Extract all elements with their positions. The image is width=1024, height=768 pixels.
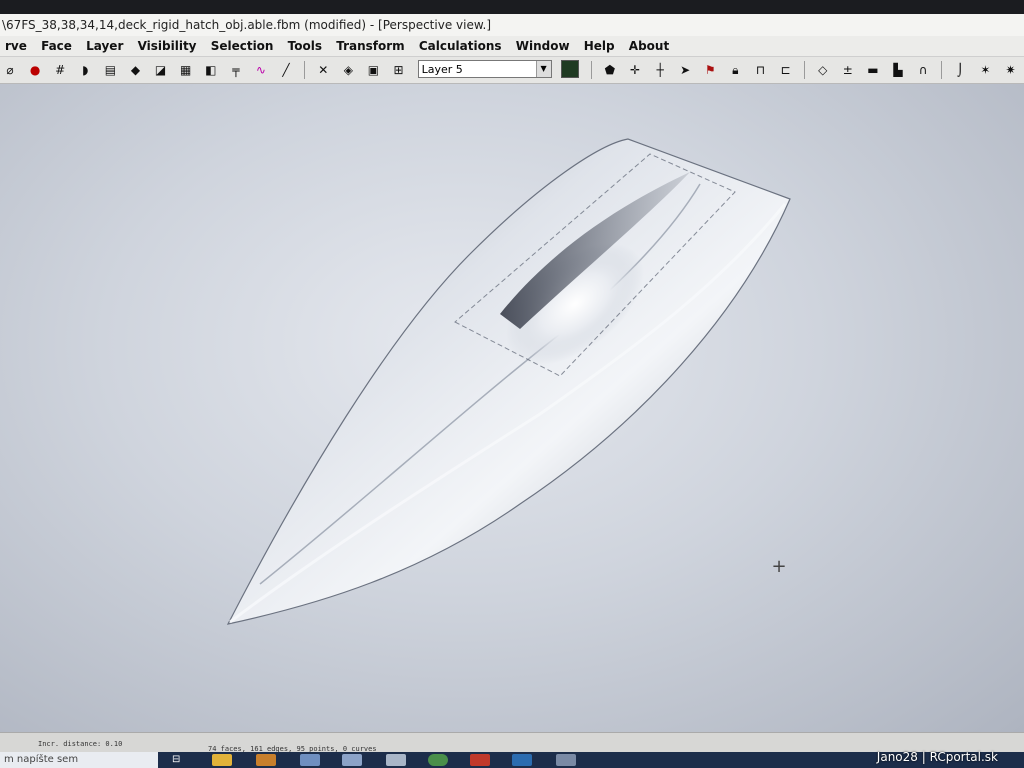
menu-face[interactable]: Face <box>36 36 77 53</box>
hull-outline <box>226 138 791 625</box>
flag-icon[interactable]: ⚑ <box>702 62 718 78</box>
watermark: Jano28 | RCportal.sk <box>876 750 998 764</box>
stations-icon[interactable]: ╤ <box>228 62 244 78</box>
display-icon[interactable]: ▣ <box>365 62 381 78</box>
hull-icon[interactable]: ◗ <box>77 62 93 78</box>
menu-tools[interactable]: Tools <box>283 36 327 53</box>
unlock-icon[interactable]: ⊓ <box>752 62 768 78</box>
star-icon[interactable]: ✶ <box>977 62 993 78</box>
app-icon-6[interactable] <box>470 754 490 766</box>
app-icon-1[interactable] <box>256 754 276 766</box>
line-icon[interactable]: ╱ <box>278 62 294 78</box>
layer-color-swatch[interactable] <box>560 60 579 78</box>
task-view-icon[interactable]: ⊟ <box>172 754 180 765</box>
shade-icon[interactable]: ◆ <box>127 62 143 78</box>
os-taskbar: m napíšte sem ⊟ <box>0 752 1024 768</box>
grid-icon[interactable]: # <box>52 62 68 78</box>
insert-icon[interactable]: ⊏ <box>778 62 794 78</box>
app-icon-7[interactable] <box>512 754 532 766</box>
file-explorer-icon[interactable] <box>212 754 232 766</box>
record-icon[interactable]: ● <box>27 62 43 78</box>
menu-layer[interactable]: Layer <box>81 36 128 53</box>
axis-icon[interactable]: ± <box>840 62 856 78</box>
curvature-icon[interactable]: ◪ <box>153 62 169 78</box>
cursor-crosshair: + <box>771 556 787 577</box>
lock-icon[interactable]: 🔒︎ <box>727 62 743 78</box>
hull-model <box>226 138 791 625</box>
menu-selection[interactable]: Selection <box>206 36 279 53</box>
menu-about[interactable]: About <box>624 36 674 53</box>
menu-bar: rve Face Layer Visibility Selection Tool… <box>0 36 1024 57</box>
sparkle-icon[interactable]: ✷ <box>1002 62 1018 78</box>
fit-icon[interactable]: ✕ <box>315 62 331 78</box>
properties-icon[interactable]: ⊞ <box>391 62 407 78</box>
flip-icon[interactable]: ▬ <box>865 62 881 78</box>
diamond-icon[interactable]: ◇ <box>815 62 831 78</box>
section-icon[interactable]: ▦ <box>178 62 194 78</box>
status-bar: Incr. distance: 0.10 74 faces, 161 edges… <box>0 732 1024 753</box>
taskbar-search-input[interactable]: m napíšte sem <box>0 752 158 768</box>
menu-window[interactable]: Window <box>511 36 575 53</box>
screen: \67FS_38,38,34,14,deck_rigid_hatch_obj.a… <box>0 0 1024 768</box>
app-icon-2[interactable] <box>300 754 320 766</box>
layer-select-value: Layer 5 <box>421 63 463 76</box>
chrome-icon[interactable] <box>428 754 448 766</box>
menu-help[interactable]: Help <box>579 36 620 53</box>
lasso-icon[interactable]: ⌀ <box>2 62 18 78</box>
toolbar: ⌀ ● # ◗ ▤ ◆ ◪ ▦ ◧ ╤ ∿ ╱ ✕ ◈ ▣ ⊞ Layer 5 … <box>0 57 1024 84</box>
split-icon[interactable]: ┼ <box>652 62 668 78</box>
status-distance: Incr. distance: 0.10 <box>38 740 123 748</box>
layers-icon[interactable]: ◈ <box>340 62 356 78</box>
knuckle-icon[interactable]: ➤ <box>677 62 693 78</box>
menu-visibility[interactable]: Visibility <box>133 36 202 53</box>
app-icon-8[interactable] <box>556 754 576 766</box>
pin-icon[interactable]: ⬟ <box>602 62 618 78</box>
book-icon[interactable]: ▙ <box>890 62 906 78</box>
move-icon[interactable]: ✛ <box>627 62 643 78</box>
curve-icon[interactable]: ∿ <box>253 62 269 78</box>
menu-curve[interactable]: rve <box>0 36 32 53</box>
layer-select[interactable]: Layer 5 ▼ <box>417 60 552 78</box>
box-icon[interactable]: ◧ <box>203 62 219 78</box>
app-icon-3[interactable] <box>342 754 362 766</box>
frame-icon[interactable]: ▤ <box>102 62 118 78</box>
menu-transform[interactable]: Transform <box>331 36 409 53</box>
chevron-down-icon[interactable]: ▼ <box>535 61 551 77</box>
window-title: \67FS_38,38,34,14,deck_rigid_hatch_obj.a… <box>0 14 1024 36</box>
app-icon-4[interactable] <box>386 754 406 766</box>
menu-calculations[interactable]: Calculations <box>414 36 507 53</box>
perspective-viewport[interactable]: + <box>0 84 1024 732</box>
spline-icon[interactable]: ⌡ <box>952 62 968 78</box>
arch-icon[interactable]: ∩ <box>915 62 931 78</box>
